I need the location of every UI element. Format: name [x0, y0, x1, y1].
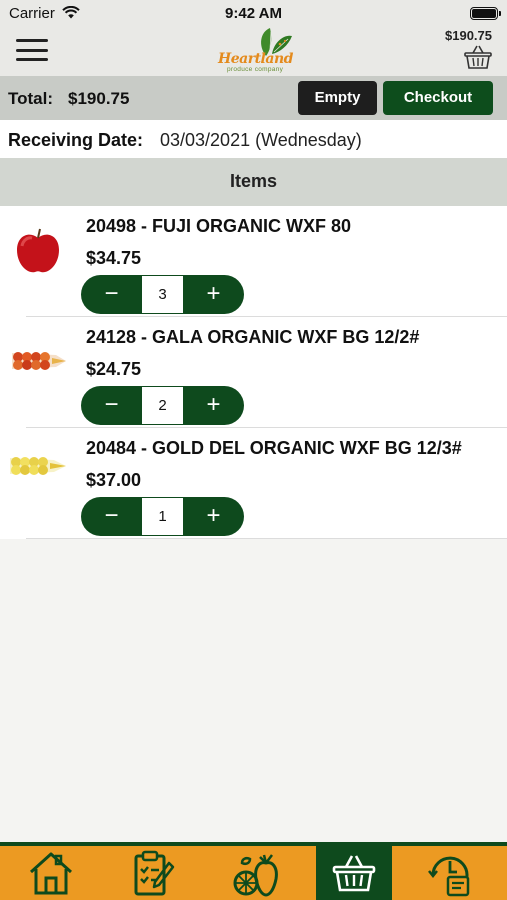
list-item: 24128 - GALA ORGANIC WXF BG 12/2# $24.75…	[0, 317, 507, 428]
quantity-field[interactable]: 3	[142, 275, 183, 314]
list-item: 20484 - GOLD DEL ORGANIC WXF BG 12/3# $3…	[0, 428, 507, 539]
tab-order-history[interactable]	[392, 846, 507, 900]
increase-quantity-button[interactable]: +	[183, 386, 244, 425]
clipboard-icon	[134, 850, 175, 896]
receiving-date-row[interactable]: Receiving Date: 03/03/2021 (Wednesday)	[0, 120, 507, 158]
decrease-quantity-button[interactable]: −	[81, 275, 142, 314]
decrease-quantity-button[interactable]: −	[81, 386, 142, 425]
checkout-button[interactable]: Checkout	[383, 81, 493, 115]
brand-tagline: produce company	[227, 66, 284, 73]
item-price: $24.75	[86, 359, 142, 379]
item-title: 24128 - GALA ORGANIC WXF BG 12/2#	[86, 327, 420, 347]
nav-bar: Heartland produce company $190.75	[0, 28, 507, 76]
status-bar: Carrier 9:42 AM	[0, 0, 507, 28]
increase-quantity-button[interactable]: +	[183, 497, 244, 536]
receiving-date-value: 03/03/2021 (Wednesday)	[160, 130, 362, 150]
tab-order-list[interactable]	[102, 846, 204, 900]
decrease-quantity-button[interactable]: −	[81, 497, 142, 536]
menu-icon[interactable]	[16, 39, 48, 61]
quantity-field[interactable]: 2	[142, 386, 183, 425]
cart-item-list: 20498 - FUJI ORGANIC WXF 80 $34.75 − 3 +…	[0, 206, 507, 539]
quantity-field[interactable]: 1	[142, 497, 183, 536]
item-price: $34.75	[86, 248, 142, 268]
clock: 9:42 AM	[225, 5, 282, 22]
basket-icon[interactable]	[463, 44, 493, 70]
tab-cart[interactable]	[316, 846, 392, 900]
clock-document-icon	[427, 856, 469, 897]
quantity-stepper: − 1 +	[81, 497, 244, 536]
receiving-date-label: Receiving Date:	[8, 130, 144, 150]
quantity-stepper: − 2 +	[81, 386, 244, 425]
tab-home[interactable]	[0, 846, 102, 900]
battery-icon	[470, 7, 501, 20]
tab-produce[interactable]	[204, 846, 312, 900]
brand-name: Heartland	[218, 51, 293, 67]
item-title: 20498 - FUJI ORGANIC WXF 80	[86, 216, 352, 236]
total-label: Total:	[8, 89, 54, 108]
row-divider	[26, 538, 507, 539]
red-apple-image	[17, 228, 59, 273]
increase-quantity-button[interactable]: +	[183, 275, 244, 314]
item-title: 20484 - GOLD DEL ORGANIC WXF BG 12/3#	[86, 438, 462, 458]
items-section-header: Items	[0, 158, 507, 206]
empty-cart-button[interactable]: Empty	[298, 81, 377, 115]
total-value: $190.75	[68, 89, 130, 108]
item-price: $37.00	[86, 470, 142, 490]
home-icon	[29, 852, 73, 895]
basket-icon	[332, 855, 376, 892]
produce-icon	[233, 854, 278, 897]
quantity-stepper: − 3 +	[81, 275, 244, 314]
apple-bag-image	[10, 457, 66, 475]
header-cart-total: $190.75	[445, 28, 492, 43]
total-bar: Total: $190.75 Empty Checkout	[0, 76, 507, 120]
apple-bag-image	[12, 352, 66, 370]
list-item: 20498 - FUJI ORGANIC WXF 80 $34.75 − 3 +	[0, 206, 507, 317]
bottom-tab-bar	[0, 842, 507, 900]
